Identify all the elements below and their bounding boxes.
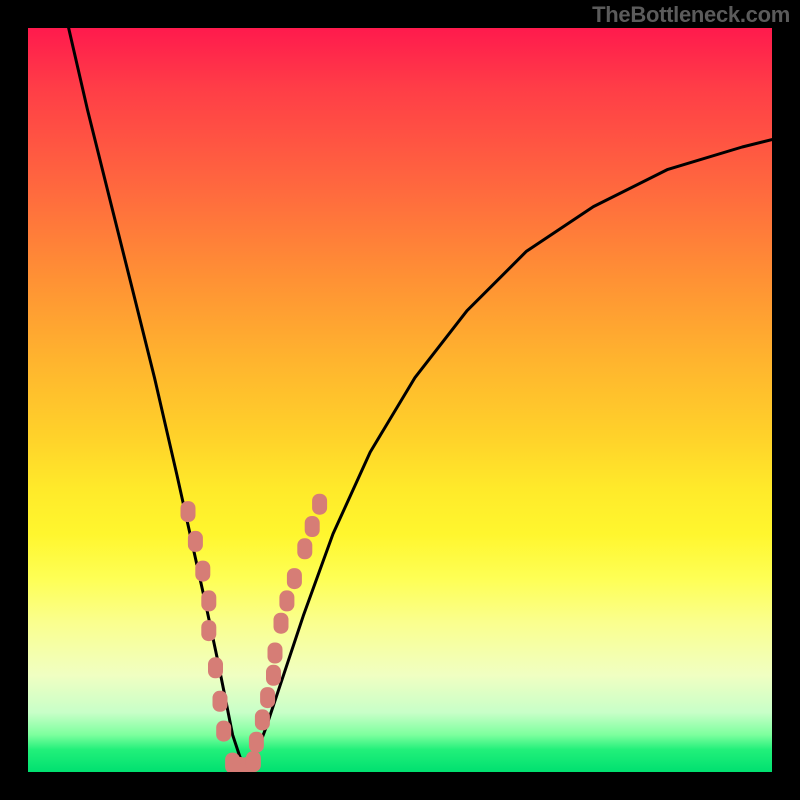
marker-layer [181, 494, 328, 772]
curve-marker [249, 732, 264, 753]
curve-marker [312, 494, 327, 515]
curve-marker [255, 709, 270, 730]
curve-marker [274, 613, 289, 634]
curve-marker [216, 721, 231, 742]
curve-marker [260, 687, 275, 708]
chart-plot-area [28, 28, 772, 772]
curve-marker [213, 691, 228, 712]
curve-marker [188, 531, 203, 552]
bottleneck-curve [65, 28, 772, 772]
curve-marker [287, 568, 302, 589]
curve-marker [208, 657, 223, 678]
bottleneck-curve-svg [28, 28, 772, 772]
curve-marker [297, 538, 312, 559]
curve-layer [65, 28, 772, 772]
curve-marker [195, 561, 210, 582]
curve-marker [305, 516, 320, 537]
curve-marker [201, 590, 216, 611]
curve-marker [246, 751, 261, 772]
curve-marker [279, 590, 294, 611]
attribution-text: TheBottleneck.com [592, 2, 790, 28]
curve-marker [181, 501, 196, 522]
curve-marker [266, 665, 281, 686]
curve-marker [201, 620, 216, 641]
curve-marker [268, 643, 283, 664]
